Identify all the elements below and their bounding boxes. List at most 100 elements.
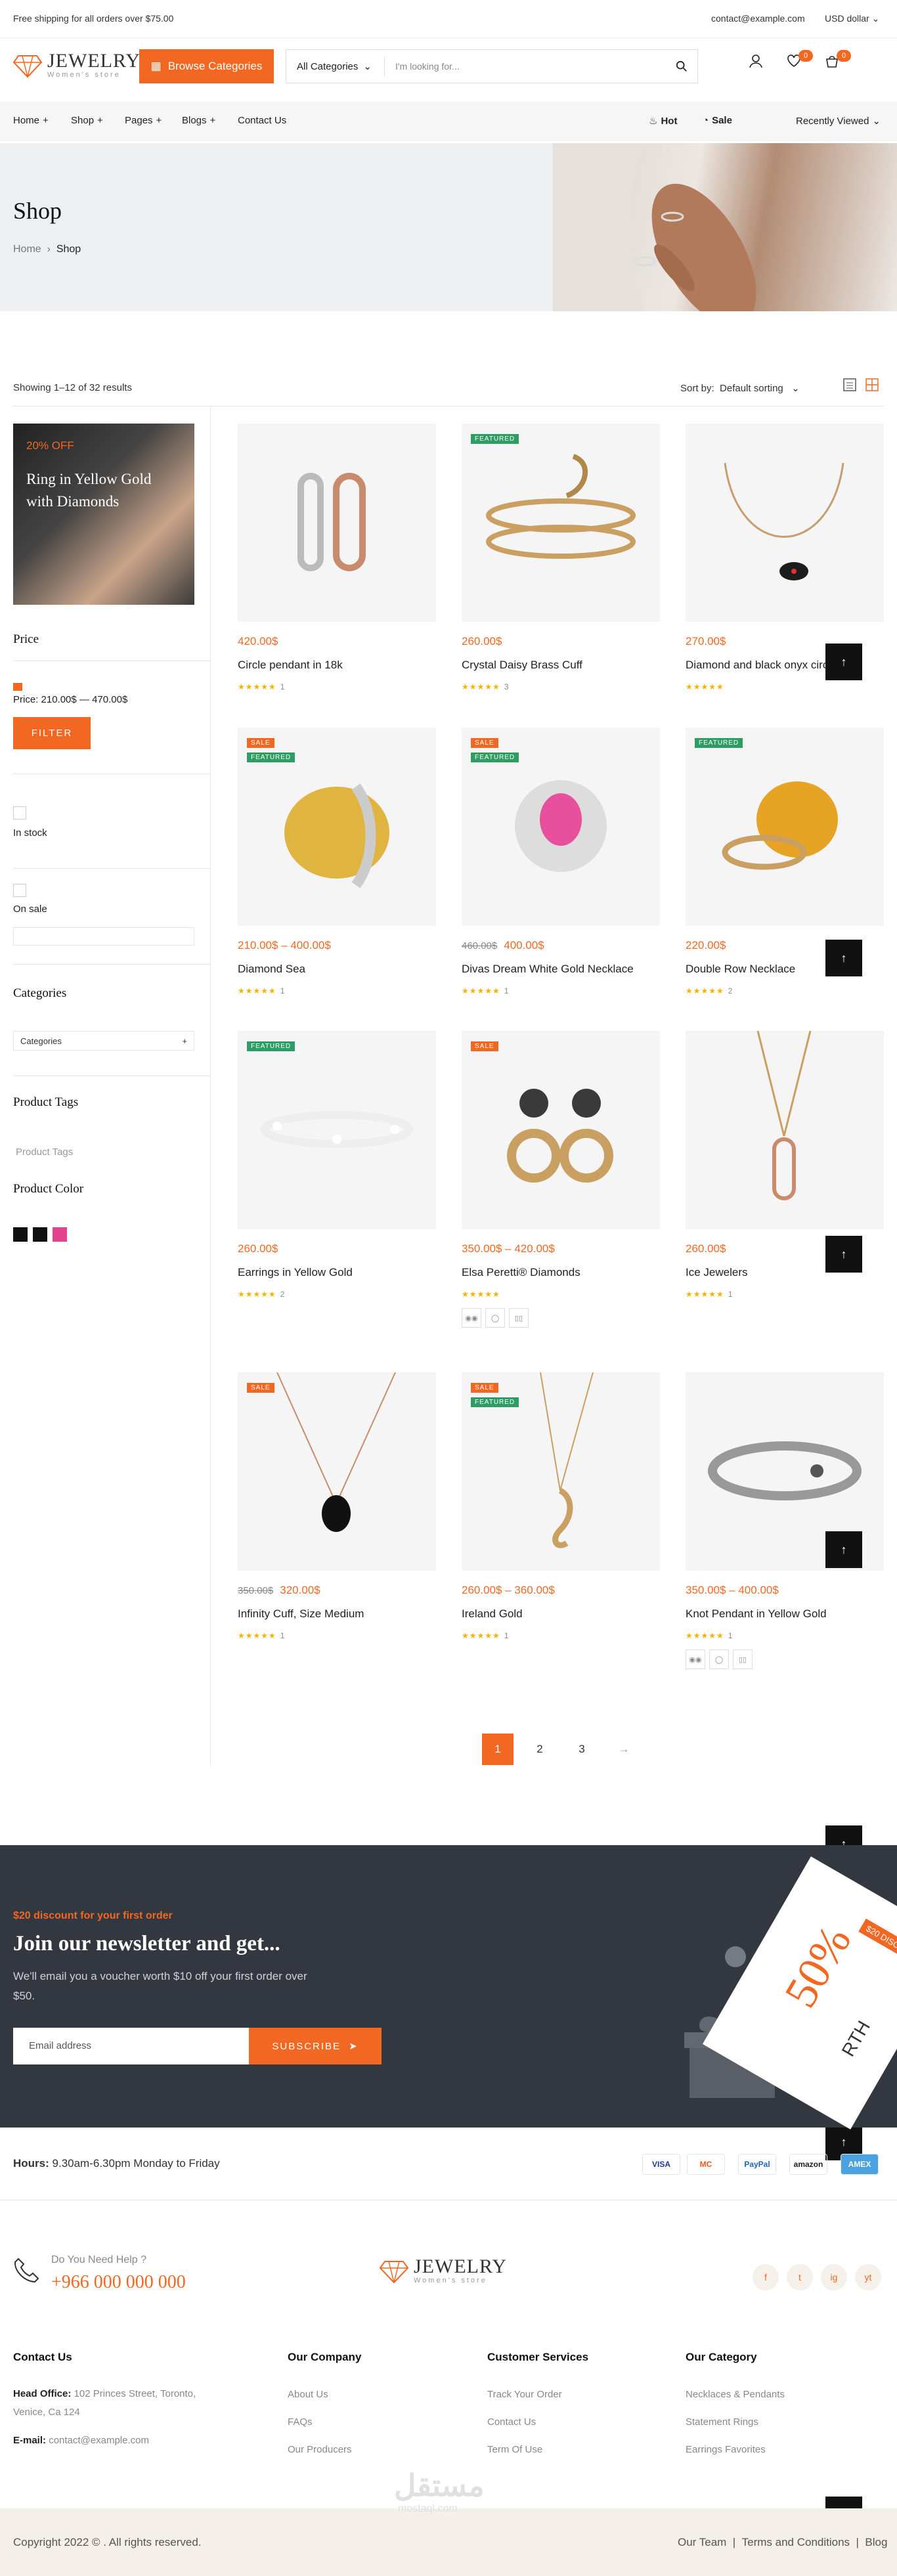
featured-badge: FEATURED — [471, 1397, 519, 1407]
terms-link[interactable]: Terms and Conditions — [742, 2536, 850, 2548]
grid-view-button[interactable] — [865, 378, 879, 394]
product-image[interactable] — [686, 1031, 884, 1229]
product-title[interactable]: Ireland Gold — [462, 1607, 660, 1621]
back-to-top-button[interactable]: ↑ — [825, 940, 862, 976]
variation-swatch[interactable]: ◉◉ — [462, 1308, 481, 1328]
search-button[interactable] — [666, 60, 697, 72]
sidebar-promo-banner[interactable]: 20% OFF Ring in Yellow Gold with Diamond… — [13, 424, 194, 605]
variation-swatch[interactable]: ◯ — [485, 1308, 505, 1328]
variation-swatch[interactable]: ◉◉ — [686, 1649, 705, 1669]
search-input[interactable]: I'm looking for... — [385, 61, 666, 72]
product-title[interactable]: Diamond Sea — [238, 963, 436, 976]
product-card[interactable]: SALE 350.00$ – 420.00$ Elsa Peretti® Diamo… — [462, 1031, 660, 1328]
product-image[interactable]: FEATURED — [462, 424, 660, 622]
footer-link[interactable]: Necklaces & Pendants — [686, 2389, 785, 2400]
nav-item-blogs[interactable]: Blogs + — [182, 115, 215, 126]
recently-viewed-dropdown[interactable]: Recently Viewed ⌄ — [796, 115, 881, 127]
sale-filter-box[interactable] — [13, 927, 194, 946]
product-card[interactable]: FEATURED 260.00$ Crystal Daisy Brass Cuff ★… — [462, 424, 660, 691]
footer-link[interactable]: Statement Rings — [686, 2416, 758, 2428]
product-title[interactable]: Circle pendant in 18k — [238, 659, 436, 672]
footer-email-link[interactable]: contact@example.com — [49, 2435, 149, 2446]
product-title[interactable]: Infinity Cuff, Size Medium — [238, 1607, 436, 1621]
product-title[interactable]: Knot Pendant in Yellow Gold — [686, 1607, 884, 1621]
footer-link[interactable]: Track Your Order — [487, 2389, 562, 2400]
currency-selector[interactable]: USD dollar ⌄ — [825, 13, 879, 24]
facebook-icon[interactable]: f — [753, 2264, 779, 2290]
youtube-icon[interactable]: yt — [855, 2264, 881, 2290]
nav-hot-link[interactable]: ♨ Hot — [649, 115, 677, 127]
product-image[interactable]: SALE — [462, 1031, 660, 1229]
product-title[interactable]: Elsa Peretti® Diamonds — [462, 1266, 660, 1279]
color-swatch-black[interactable] — [13, 1227, 28, 1242]
account-button[interactable] — [749, 54, 763, 70]
footer-link[interactable]: FAQs — [288, 2416, 313, 2428]
product-image[interactable] — [238, 424, 436, 622]
blog-link[interactable]: Blog — [865, 2536, 887, 2548]
next-page-button[interactable]: → — [608, 1734, 640, 1765]
nav-item-shop[interactable]: Shop + — [71, 115, 103, 126]
footer-link[interactable]: About Us — [288, 2389, 328, 2400]
categories-select[interactable]: Categories + — [13, 1031, 194, 1051]
product-card[interactable]: SALE 350.00$ 320.00$ Infinity Cuff, Size Me… — [238, 1372, 436, 1640]
back-to-top-button[interactable]: ↑ — [825, 1531, 862, 1568]
product-title[interactable]: Divas Dream White Gold Necklace — [462, 963, 660, 976]
variation-swatch[interactable]: ▯▯ — [733, 1649, 753, 1669]
instagram-icon[interactable]: ig — [821, 2264, 847, 2290]
newsletter-email-input[interactable]: Email address — [13, 2028, 250, 2064]
search-category-select[interactable]: All Categories ⌄ — [286, 56, 385, 76]
variation-swatch[interactable]: ▯▯ — [509, 1308, 529, 1328]
help-phone-number[interactable]: +966 000 000 000 — [51, 2272, 186, 2293]
product-image[interactable]: SALE FEATURED — [462, 728, 660, 926]
subscribe-button[interactable]: SUBSCRIBE ➤ — [249, 2028, 382, 2064]
product-title[interactable]: Earrings in Yellow Gold — [238, 1266, 436, 1279]
logo[interactable]: JEWELRY Women's store — [13, 51, 141, 79]
page-3-button[interactable]: 3 — [566, 1734, 598, 1765]
nav-item-pages[interactable]: Pages + — [125, 115, 162, 126]
star-rating: ★★★★★ 2 — [686, 986, 733, 995]
product-image[interactable]: SALE FEATURED — [238, 728, 436, 926]
footer-logo[interactable]: JEWELRY Women's store — [380, 2257, 507, 2284]
product-image[interactable]: FEATURED — [238, 1031, 436, 1229]
footer-link[interactable]: Our Producers — [288, 2444, 352, 2455]
product-card[interactable]: SALE FEATURED 260.00$ – 360.00$ Ireland Gol… — [462, 1372, 660, 1640]
price-slider-handle[interactable] — [13, 683, 22, 691]
breadcrumb-home[interactable]: Home — [13, 244, 41, 255]
chevron-down-icon: ⌄ — [363, 61, 372, 72]
footer-link[interactable]: Contact Us — [487, 2416, 536, 2428]
footer-link[interactable]: Earrings Favorites — [686, 2444, 766, 2455]
product-card[interactable]: 350.00$ – 400.00$ Knot Pendant in Yellow … — [686, 1372, 884, 1669]
topbar-email-link[interactable]: contact@example.com — [711, 13, 805, 24]
product-card[interactable]: 420.00$ Circle pendant in 18k ★★★★★ 1 — [238, 424, 436, 691]
color-swatch-pink[interactable] — [53, 1227, 67, 1242]
product-image[interactable]: FEATURED — [686, 728, 884, 926]
color-swatch-black[interactable] — [33, 1227, 47, 1242]
list-view-button[interactable] — [842, 378, 857, 394]
product-image[interactable]: SALE FEATURED — [462, 1372, 660, 1571]
nav-sale-link[interactable]: ◔ Sale — [703, 115, 732, 126]
nav-item-home[interactable]: Home + — [13, 115, 49, 126]
product-card[interactable]: FEATURED 260.00$ Earrings in Yellow Gold ★★… — [238, 1031, 436, 1299]
footer-link[interactable]: Term Of Use — [487, 2444, 542, 2455]
filter-button[interactable]: FILTER — [13, 717, 91, 749]
page-1-button[interactable]: 1 — [482, 1734, 514, 1765]
product-image[interactable]: SALE — [238, 1372, 436, 1571]
product-tags-placeholder: Product Tags — [16, 1146, 74, 1158]
browse-categories-button[interactable]: ▦ Browse Categories — [139, 49, 274, 83]
page-2-button[interactable]: 2 — [524, 1734, 556, 1765]
twitter-icon[interactable]: t — [787, 2264, 813, 2290]
product-title[interactable]: Crystal Daisy Brass Cuff — [462, 659, 660, 672]
our-team-link[interactable]: Our Team — [678, 2536, 726, 2548]
cart-button[interactable]: 0 — [825, 50, 851, 70]
nav-item-contact[interactable]: Contact Us — [238, 115, 286, 126]
back-to-top-button[interactable]: ↑ — [825, 1236, 862, 1273]
back-to-top-button[interactable]: ↑ — [825, 644, 862, 680]
product-image[interactable] — [686, 424, 884, 622]
on-sale-checkbox[interactable] — [13, 884, 26, 897]
product-card[interactable]: SALE FEATURED 460.00$ 400.00$ Divas Dream Wh… — [462, 728, 660, 995]
variation-swatch[interactable]: ◯ — [709, 1649, 729, 1669]
sort-dropdown[interactable]: Sort by: Default sorting ⌄ — [680, 382, 800, 394]
product-card[interactable]: SALE FEATURED 210.00$ – 400.00$ Diamond Sea… — [238, 728, 436, 995]
wishlist-button[interactable]: 0 — [787, 50, 813, 70]
in-stock-checkbox[interactable] — [13, 806, 26, 819]
